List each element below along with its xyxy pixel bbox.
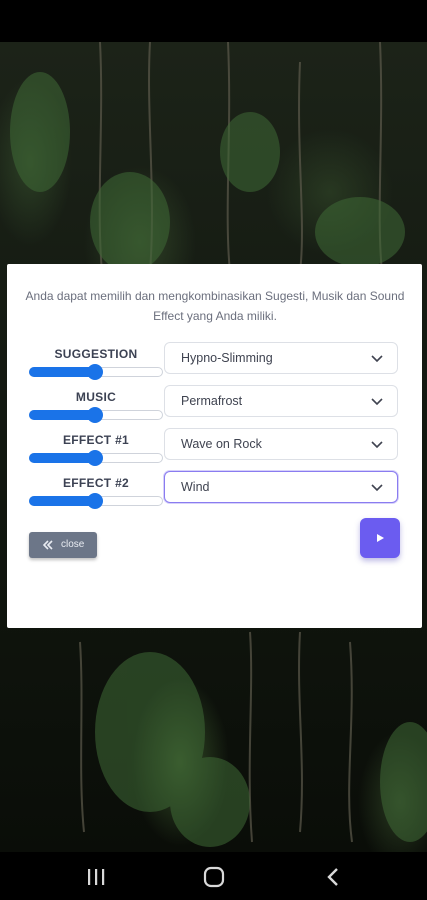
status-bar — [0, 0, 427, 42]
slider-thumb[interactable] — [87, 450, 103, 466]
effect-2-volume-slider[interactable] — [29, 493, 163, 509]
effect-1-volume-slider[interactable] — [29, 450, 163, 466]
music-select[interactable]: Permafrost — [164, 385, 398, 417]
android-nav-bar — [0, 852, 427, 900]
slider-thumb[interactable] — [87, 364, 103, 380]
suggestion-selected-value: Hypno-Slimming — [181, 351, 273, 365]
play-icon — [377, 534, 384, 542]
row-effect-1: EFFECT #1 Wave on Rock — [7, 428, 422, 468]
effect-2-selected-value: Wind — [181, 480, 210, 494]
music-label: MUSIC — [75, 390, 117, 404]
music-volume-slider[interactable] — [29, 407, 163, 423]
back-icon[interactable] — [322, 866, 346, 888]
close-button[interactable]: close — [29, 532, 97, 558]
intro-text: Anda dapat memilih dan mengkombinasikan … — [25, 289, 405, 323]
effect-1-label: EFFECT #1 — [62, 433, 130, 447]
suggestion-label: SUGGESTION — [54, 347, 138, 361]
row-effect-2: EFFECT #2 Wind — [7, 471, 422, 511]
slider-thumb[interactable] — [87, 493, 103, 509]
chevron-down-icon — [371, 398, 383, 406]
music-selected-value: Permafrost — [181, 394, 243, 408]
play-button[interactable] — [360, 518, 400, 558]
recent-apps-icon[interactable] — [84, 866, 108, 888]
slider-thumb[interactable] — [87, 407, 103, 423]
home-icon[interactable] — [202, 866, 226, 888]
suggestion-volume-slider[interactable] — [29, 364, 163, 380]
double-chevron-left-icon — [43, 540, 53, 550]
suggestion-select[interactable]: Hypno-Slimming — [164, 342, 398, 374]
chevron-down-icon — [371, 484, 383, 492]
chevron-down-icon — [371, 355, 383, 363]
effect-2-select[interactable]: Wind — [164, 471, 398, 503]
chevron-down-icon — [371, 441, 383, 449]
row-music: MUSIC Permafrost — [7, 385, 422, 425]
row-suggestion: SUGGESTION Hypno-Slimming — [7, 342, 422, 382]
effect-1-select[interactable]: Wave on Rock — [164, 428, 398, 460]
close-button-label: close — [61, 539, 85, 550]
effect-2-label: EFFECT #2 — [62, 476, 130, 490]
effect-1-selected-value: Wave on Rock — [181, 437, 262, 451]
mixer-dialog: Anda dapat memilih dan mengkombinasikan … — [7, 264, 422, 628]
